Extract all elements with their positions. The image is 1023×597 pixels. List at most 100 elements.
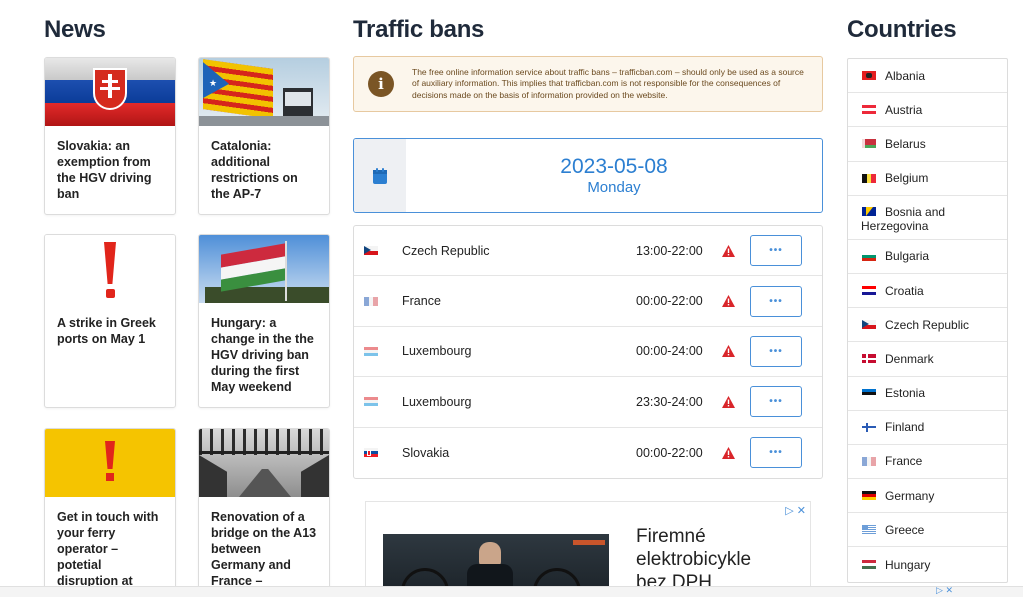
warning-icon [720, 244, 736, 257]
more-details-button[interactable]: ••• [750, 235, 802, 267]
country-name: Belgium [885, 171, 929, 186]
date-selector[interactable]: 2023-05-08 Monday [353, 138, 823, 213]
country-name: France [885, 454, 923, 469]
news-item-title: Renovation of a bridge on the A13 betwee… [211, 510, 317, 597]
star-icon: ★ [209, 78, 218, 88]
country-name: Finland [885, 420, 925, 435]
country-item-belarus[interactable]: Belarus [848, 127, 1007, 162]
ban-time: 23:30-24:00 [636, 394, 703, 409]
warning-icon [720, 446, 736, 459]
slovakia-flag-icon [364, 448, 378, 458]
countries-list: Albania Austria Belarus Belgium Bosnia a… [847, 58, 1008, 583]
country-item-bulgaria[interactable]: Bulgaria [848, 240, 1007, 274]
news-card[interactable]: Renovation of a bridge on the A13 betwee… [198, 428, 330, 597]
country-name: Bosnia and [885, 204, 946, 219]
advertisement[interactable]: ▷ ✕ Firemné elektrobicykle bez DPH [365, 501, 811, 597]
country-item-belgium[interactable]: Belgium [848, 162, 1007, 196]
news-card[interactable]: Slovakia: an exemption from the HGV driv… [44, 57, 176, 215]
info-icon: i [368, 71, 394, 97]
news-item-title: Hungary: a change in the the HGV driving… [211, 316, 314, 394]
country-item-albania[interactable]: Albania [848, 59, 1007, 94]
belgium-flag-icon [862, 173, 876, 183]
ad-text-line: Firemné [636, 526, 706, 547]
country-name: Hungary [885, 557, 931, 572]
disclaimer-text: The free online information service abou… [412, 66, 804, 100]
country-item-austria[interactable]: Austria [848, 93, 1007, 128]
calendar-icon[interactable] [354, 139, 406, 212]
france-flag-icon [364, 296, 378, 306]
bottom-ad-bar: ▷ ✕ [0, 585, 1023, 597]
albania-flag-icon [862, 71, 876, 81]
bridge-image [199, 429, 329, 497]
ad-close-icon[interactable]: ▷ ✕ [936, 585, 953, 596]
country-name: Belarus [885, 136, 926, 151]
greece-flag-icon [862, 525, 876, 535]
bulgaria-flag-icon [862, 251, 876, 261]
czech-flag-icon [862, 320, 876, 330]
ban-country: France [402, 294, 441, 309]
news-item-title: A strike in Greek ports on May 1 [57, 316, 156, 346]
ban-row: Slovakia 00:00-22:00 ••• [354, 428, 822, 478]
exclamation-icon [45, 235, 175, 303]
country-item-czech-republic[interactable]: Czech Republic [848, 308, 1007, 343]
ban-country: Czech Republic [402, 243, 490, 258]
ban-row: Luxembourg 00:00-24:00 ••• [354, 327, 822, 378]
country-name: Bulgaria [885, 249, 930, 264]
more-details-button[interactable]: ••• [750, 437, 802, 469]
ban-country: Slovakia [402, 445, 450, 460]
countries-title: Countries [847, 16, 957, 43]
ban-country: Luxembourg [402, 394, 472, 409]
germany-flag-icon [862, 491, 876, 501]
country-item-greece[interactable]: Greece [848, 513, 1007, 548]
country-name: Denmark [885, 351, 934, 366]
france-flag-icon [862, 456, 876, 466]
ban-row: Luxembourg 23:30-24:00 ••• [354, 377, 822, 428]
traffic-bans-title: Traffic bans [353, 16, 485, 43]
country-item-finland[interactable]: Finland [848, 411, 1007, 445]
croatia-flag-icon [862, 286, 876, 296]
news-item-title: Catalonia: additional restrictions on th… [211, 139, 298, 201]
more-details-button[interactable]: ••• [750, 335, 802, 367]
country-name: Greece [885, 522, 925, 537]
country-item-france[interactable]: France [848, 445, 1007, 480]
country-item-denmark[interactable]: Denmark [848, 342, 1007, 377]
country-item-hungary[interactable]: Hungary [848, 547, 1007, 581]
exclamation-icon [45, 429, 175, 497]
catalonia-image: ★ [199, 58, 329, 126]
news-card[interactable]: Hungary: a change in the the HGV driving… [198, 234, 330, 408]
bosnia-flag-icon [862, 207, 876, 217]
ban-row: Czech Republic 13:00-22:00 ••• [354, 226, 822, 277]
country-item-estonia[interactable]: Estonia [848, 377, 1007, 411]
warning-icon [720, 345, 736, 358]
more-details-button[interactable]: ••• [750, 386, 802, 418]
czech-flag-icon [364, 246, 378, 256]
country-item-germany[interactable]: Germany [848, 479, 1007, 514]
news-card[interactable]: ★ Catalonia: additional restrictions on … [198, 57, 330, 215]
country-item-bosnia[interactable]: Bosnia and Herzegovina [848, 196, 1007, 240]
country-name: Albania [885, 68, 926, 83]
ad-headline: Firemné elektrobicykle bez DPH [636, 525, 751, 594]
news-item-title: Slovakia: an exemption from the HGV driv… [57, 139, 152, 201]
ban-country: Luxembourg [402, 344, 472, 359]
more-details-button[interactable]: ••• [750, 285, 802, 317]
news-card[interactable]: A strike in Greek ports on May 1 [44, 234, 176, 408]
hungary-flag-icon [862, 560, 876, 570]
warning-icon [720, 295, 736, 308]
ban-time: 00:00-22:00 [636, 445, 703, 460]
country-item-croatia[interactable]: Croatia [848, 274, 1007, 309]
country-name: Croatia [885, 283, 924, 298]
luxembourg-flag-icon [364, 397, 378, 407]
ban-time: 00:00-24:00 [636, 344, 703, 359]
selected-weekday: Monday [587, 178, 641, 196]
slovakia-flag-image [45, 58, 175, 126]
ban-time: 00:00-22:00 [636, 294, 703, 309]
ban-time: 13:00-22:00 [636, 243, 703, 258]
finland-flag-icon [862, 422, 876, 432]
country-name: Estonia [885, 386, 926, 401]
ban-row: France 00:00-22:00 ••• [354, 276, 822, 327]
traffic-bans-table: Czech Republic 13:00-22:00 ••• France 00… [353, 225, 823, 479]
selected-date: 2023-05-08 [560, 154, 668, 178]
news-card[interactable]: Get in touch with your ferry operator – … [44, 428, 176, 597]
ad-choices-icon[interactable]: ▷ ✕ [785, 504, 806, 517]
country-name: Herzegovina [861, 218, 929, 233]
